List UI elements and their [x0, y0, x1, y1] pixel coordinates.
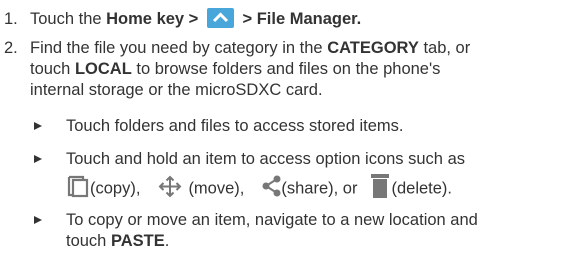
delete-label: (delete).: [391, 179, 452, 198]
move-icon: [158, 174, 182, 199]
step-number: 2.: [4, 39, 18, 57]
copy-label: (copy),: [90, 179, 141, 198]
bullet-line: Touch and hold an item to access option …: [66, 150, 465, 168]
step-end: .: [356, 10, 362, 28]
text-run: touch: [66, 232, 111, 250]
bullet-line-icons: (copy), (move), (share), or (delete).: [66, 173, 566, 202]
step-line: touch LOCAL to browse folders and files …: [30, 59, 562, 80]
step-text: Find the file you need by category in th…: [30, 38, 562, 101]
bullet-text: To copy or move an item, navigate to a n…: [66, 210, 566, 252]
paste-label: PASTE: [110, 232, 165, 250]
step-number: 1.: [4, 10, 18, 28]
instruction-document: 1. Touch the Home key > > File Manager. …: [0, 0, 572, 256]
home-key-chevron-up-icon: [206, 7, 234, 28]
share-icon: [261, 174, 281, 198]
local-label: LOCAL: [74, 60, 132, 78]
step-line: internal storage or the microSDXC card.: [30, 81, 323, 99]
text-run: Find the file you need by category in th…: [30, 39, 328, 57]
text-run: to browse folders and files on the phone…: [131, 60, 441, 78]
triangle-bullet-icon: [34, 216, 42, 224]
arrow-separator: >: [237, 10, 257, 28]
bullet-line: To copy or move an item, navigate to a n…: [66, 211, 478, 229]
triangle-bullet-icon: [34, 122, 42, 130]
delete-icon: [369, 173, 391, 199]
bullet-text: Touch and hold an item to access option …: [66, 149, 566, 202]
step-text: Touch the Home key > > File Manager.: [30, 7, 562, 30]
category-tab-label: CATEGORY: [327, 39, 419, 57]
file-manager-label: File Manager: [256, 10, 357, 28]
share-label: (share), or: [281, 179, 358, 198]
bullet-line: touch PASTE.: [66, 231, 566, 252]
text-run: tab, or: [418, 39, 471, 57]
copy-icon: [66, 174, 90, 199]
bullet-text: Touch folders and files to access stored…: [66, 117, 404, 135]
step-text-pre: Touch the: [30, 10, 107, 28]
text-run: touch: [30, 60, 75, 78]
text-run: .: [164, 232, 170, 250]
key-arrow-text: key >: [151, 10, 203, 28]
triangle-bullet-icon: [34, 155, 42, 163]
step-line: Find the file you need by category in th…: [30, 38, 562, 59]
move-label: (move),: [188, 179, 245, 198]
home-key-label: Home: [106, 10, 152, 28]
